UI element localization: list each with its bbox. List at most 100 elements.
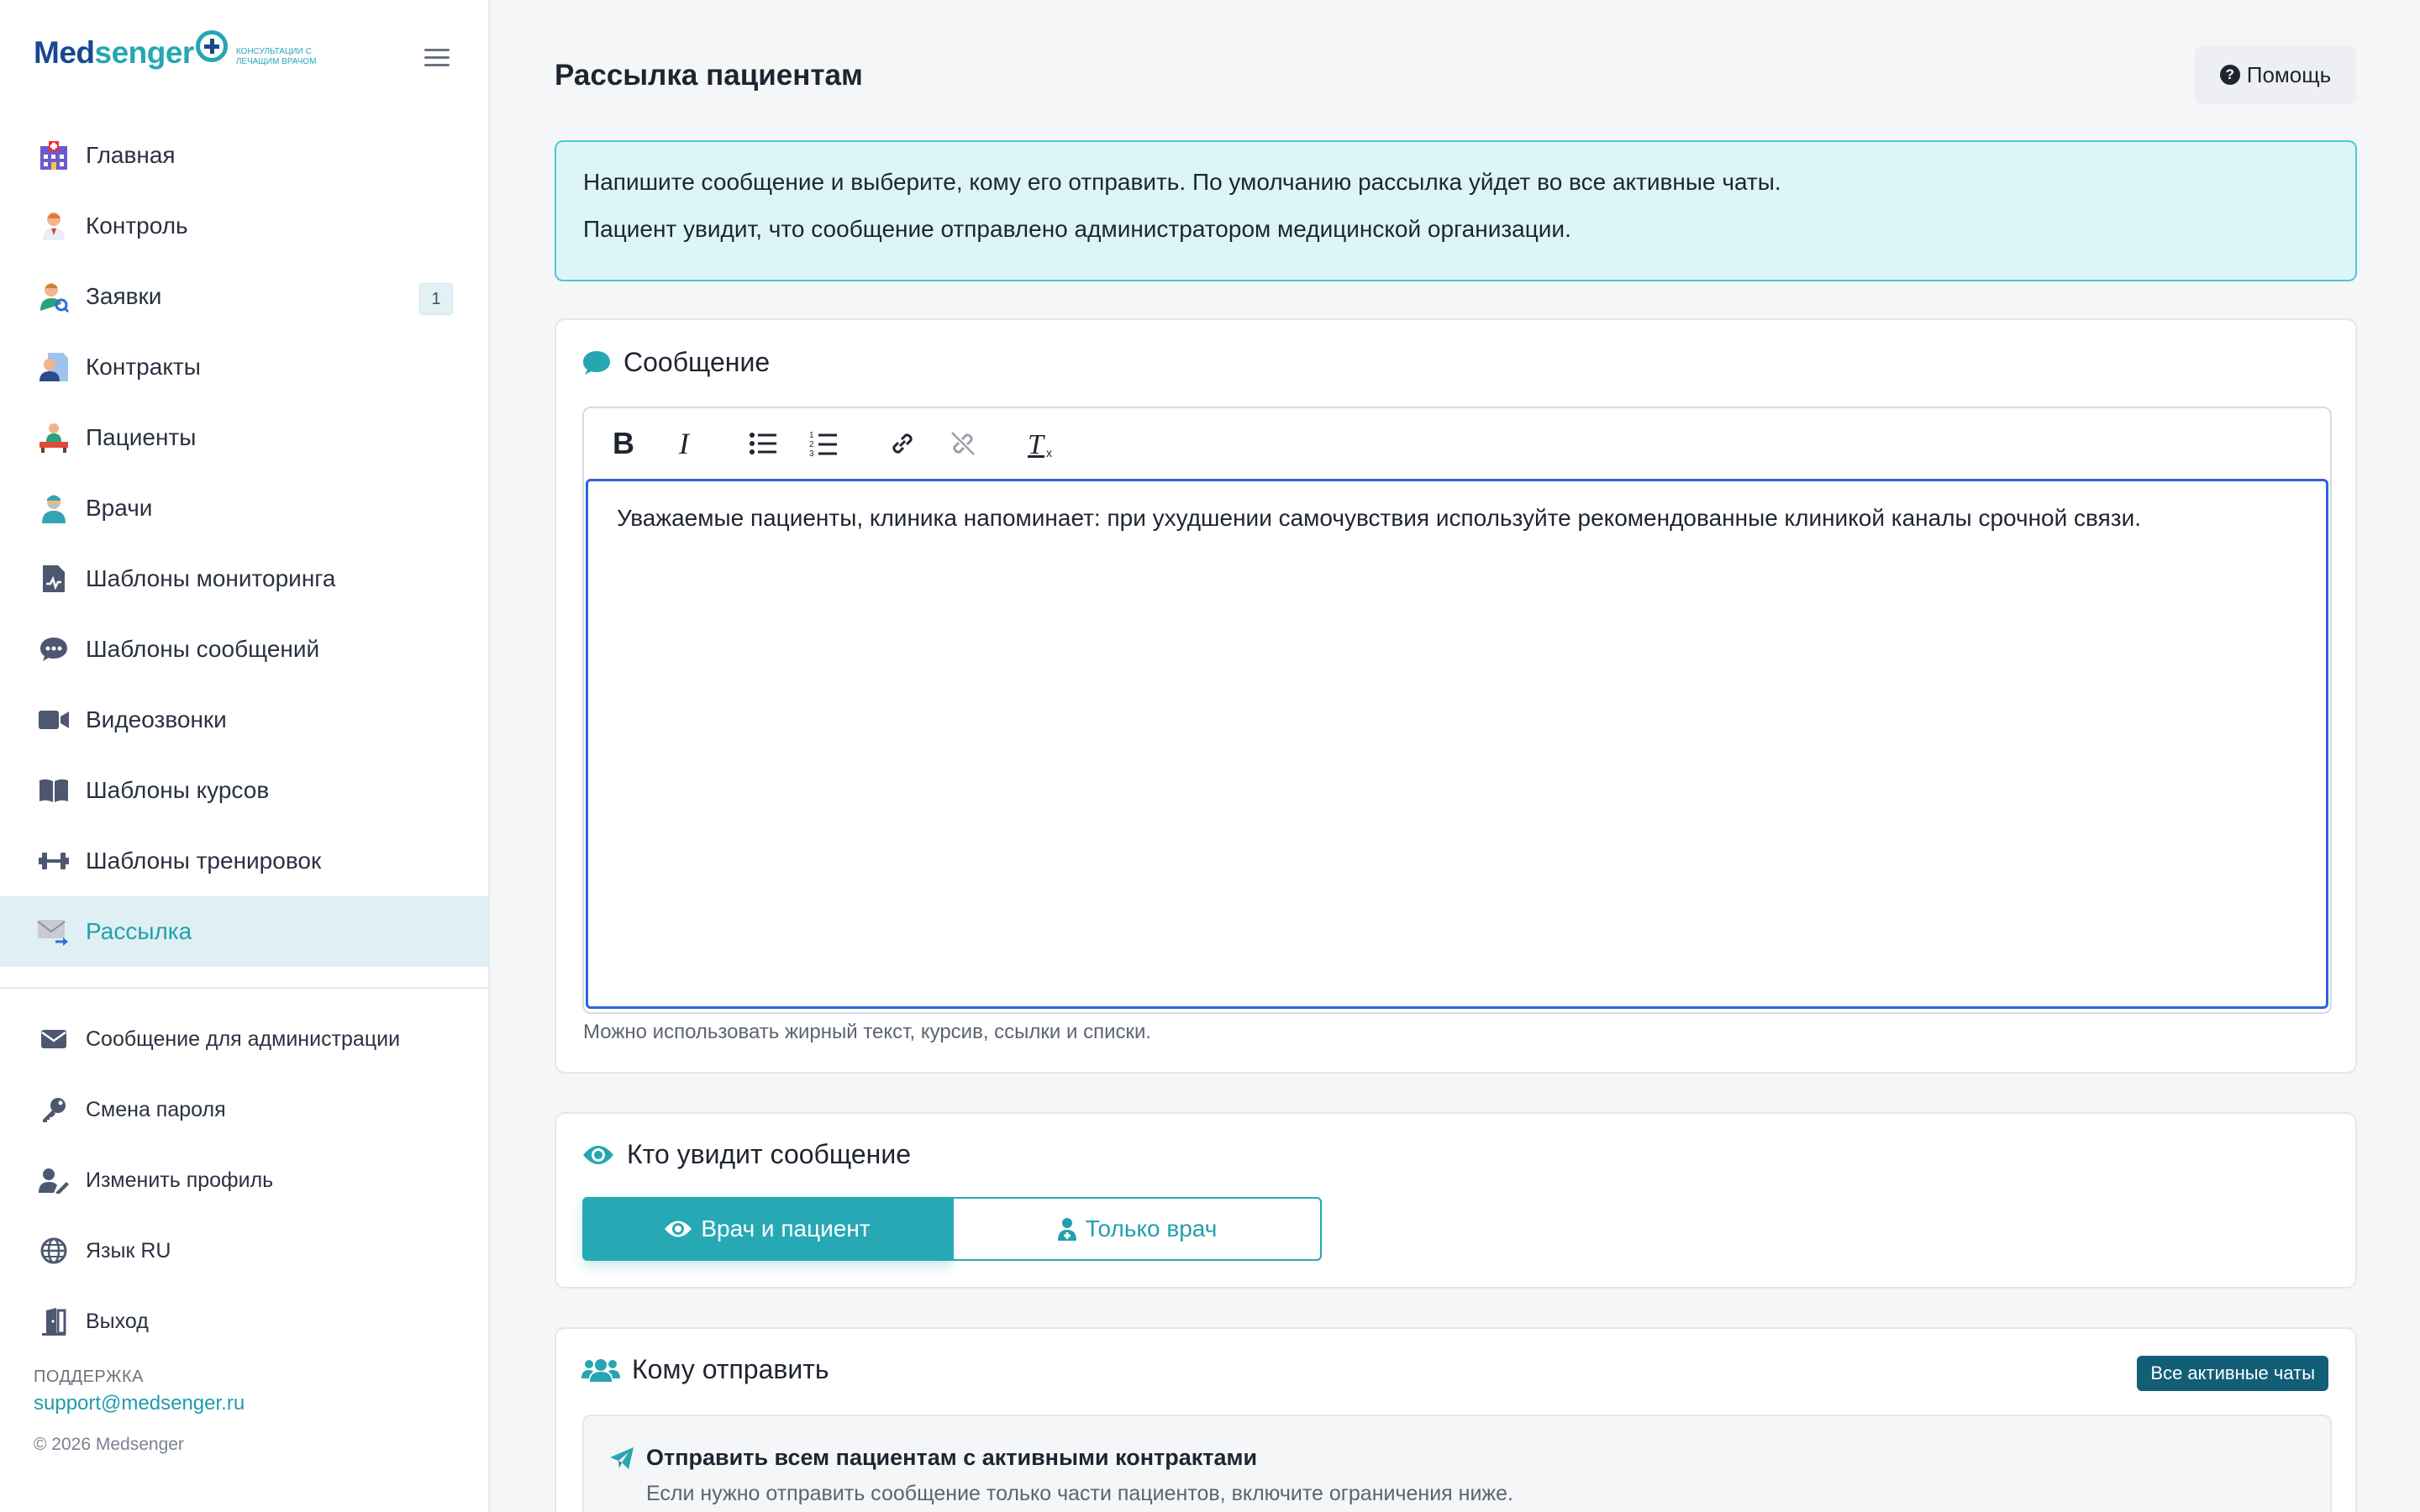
- recipients-option-box[interactable]: Отправить всем пациентам с активными кон…: [582, 1415, 2332, 1512]
- comment-dots-icon: [37, 633, 71, 666]
- editor-toolbar: B I 123 Tx: [584, 408, 2330, 478]
- rich-text-editor: B I 123 Tx Уважаемые пациенты, клиника н…: [582, 407, 2332, 1014]
- question-circle-icon: ?: [2219, 65, 2240, 85]
- eye-icon: [581, 1143, 615, 1167]
- sidebar-item-patients[interactable]: Пациенты: [0, 402, 488, 473]
- option-doctor-and-patient[interactable]: Врач и пациент: [582, 1197, 952, 1261]
- link-icon[interactable]: [883, 424, 922, 463]
- key-icon: [37, 1093, 71, 1126]
- logo-part-med: Med: [34, 35, 95, 70]
- requests-count-badge: 1: [419, 283, 453, 315]
- unlink-icon[interactable]: [944, 424, 982, 463]
- visibility-card-title: Кто увидит сообщение: [581, 1139, 911, 1170]
- option-doctor-only-label: Только врач: [1085, 1215, 1218, 1242]
- sidebar-item-label: Язык RU: [86, 1238, 171, 1263]
- book-icon: [37, 774, 71, 807]
- editor-hint: Можно использовать жирный текст, курсив,…: [583, 1021, 1152, 1043]
- patient-icon: [37, 421, 71, 454]
- file-chart-icon: [37, 562, 71, 596]
- support-label: ПОДДЕРЖКА: [34, 1368, 144, 1386]
- recipients-option-title: Отправить всем пациентам с активными кон…: [609, 1445, 1257, 1471]
- doctor-icon: [37, 209, 71, 243]
- sidebar-item-language[interactable]: Язык RU: [0, 1215, 488, 1286]
- user-doctor-icon: [1057, 1217, 1077, 1241]
- sidebar-item-label: Пациенты: [86, 424, 197, 450]
- sidebar-bottom-nav: Сообщение для администрации Смена пароля…: [0, 1004, 488, 1357]
- sidebar-item-label: Выход: [86, 1309, 149, 1333]
- support-email-link[interactable]: support@medsenger.ru: [34, 1392, 245, 1415]
- sidebar-item-label: Видеозвонки: [86, 706, 227, 732]
- sidebar-item-admin-message[interactable]: Сообщение для администрации: [0, 1004, 488, 1074]
- recipients-card: Кому отправить Все активные чаты Отправи…: [555, 1327, 2357, 1512]
- recipients-option-subtitle: Если нужно отправить сообщение только ча…: [646, 1482, 1513, 1505]
- sidebar-item-doctors[interactable]: Врачи: [0, 473, 488, 543]
- sidebar-item-contracts[interactable]: Контракты: [0, 332, 488, 402]
- logo-plus-icon: [195, 30, 228, 62]
- sidebar-item-home[interactable]: Главная: [0, 120, 488, 191]
- user-search-icon: [37, 280, 71, 313]
- user-edit-icon: [37, 1163, 71, 1197]
- sidebar-item-workout-templates[interactable]: Шаблоны тренировок: [0, 826, 488, 896]
- sidebar-item-change-password[interactable]: Смена пароля: [0, 1074, 488, 1145]
- svg-text:3: 3: [809, 449, 814, 457]
- message-card-title-text: Сообщение: [623, 347, 771, 377]
- logo-wordmark: Medsenger: [34, 35, 194, 71]
- italic-icon[interactable]: I: [665, 424, 703, 463]
- sidebar-item-logout[interactable]: Выход: [0, 1286, 488, 1357]
- sidebar-item-video-calls[interactable]: Видеозвонки: [0, 685, 488, 755]
- sidebar-item-label: Контроль: [86, 213, 188, 239]
- sidebar-nav: Главная Контроль Заявки 1 Контракты Паци…: [0, 120, 488, 967]
- info-line-2: Пациент увидит, что сообщение отправлено…: [583, 216, 1571, 242]
- sidebar-item-message-templates[interactable]: Шаблоны сообщений: [0, 614, 488, 685]
- svg-text:1: 1: [809, 431, 814, 440]
- recipients-scope-badge: Все активные чаты: [2137, 1356, 2328, 1391]
- sidebar-item-label: Шаблоны курсов: [86, 777, 270, 803]
- sidebar-item-label: Сообщение для администрации: [86, 1026, 401, 1051]
- globe-icon: [37, 1234, 71, 1268]
- bold-icon[interactable]: B: [604, 424, 643, 463]
- visibility-card: Кто увидит сообщение Врач и пациент Толь…: [555, 1112, 2357, 1289]
- doctor-nurse-icon: [37, 491, 71, 525]
- comment-icon: [581, 349, 612, 376]
- option-doctor-and-patient-label: Врач и пациент: [701, 1215, 871, 1242]
- sidebar-item-edit-profile[interactable]: Изменить профиль: [0, 1145, 488, 1215]
- info-line-1: Напишите сообщение и выберите, кому его …: [583, 169, 1781, 195]
- eye-icon: [664, 1219, 692, 1239]
- sidebar-item-label: Шаблоны сообщений: [86, 636, 320, 662]
- sidebar-item-label: Контракты: [86, 354, 201, 380]
- sidebar-item-course-templates[interactable]: Шаблоны курсов: [0, 755, 488, 826]
- message-card-title: Сообщение: [581, 347, 770, 378]
- recipients-card-title-text: Кому отправить: [632, 1354, 829, 1384]
- logo[interactable]: Medsenger КОНСУЛЬТАЦИИ С ЛЕЧАЩИМ ВРАЧОМ: [34, 30, 345, 71]
- sidebar-item-label: Заявки: [86, 283, 162, 309]
- mail-send-icon: [37, 915, 71, 948]
- sidebar-item-label: Рассылка: [86, 918, 192, 944]
- logo-part-senger: senger: [94, 35, 195, 70]
- video-icon: [37, 703, 71, 737]
- clear-format-icon[interactable]: Tx: [1023, 424, 1061, 463]
- sidebar-item-monitoring-templates[interactable]: Шаблоны мониторинга: [0, 543, 488, 614]
- info-alert: Напишите сообщение и выберите, кому его …: [555, 140, 2357, 281]
- sidebar-item-label: Шаблоны тренировок: [86, 848, 322, 874]
- option-doctor-only[interactable]: Только врач: [952, 1197, 1322, 1261]
- sidebar-item-label: Изменить профиль: [86, 1168, 274, 1192]
- menu-toggle-icon[interactable]: [424, 49, 450, 69]
- sidebar-item-requests[interactable]: Заявки 1: [0, 261, 488, 332]
- numbered-list-icon[interactable]: 123: [804, 424, 843, 463]
- users-icon: [581, 1357, 620, 1383]
- logo-tagline: КОНСУЛЬТАЦИИ С ЛЕЧАЩИМ ВРАЧОМ: [235, 47, 317, 66]
- support-block: ПОДДЕРЖКА support@medsenger.ru: [34, 1368, 245, 1415]
- page-title: Рассылка пациентам: [555, 59, 863, 92]
- sidebar: Medsenger КОНСУЛЬТАЦИИ С ЛЕЧАЩИМ ВРАЧОМ …: [0, 0, 490, 1512]
- copyright: © 2026 Medsenger: [34, 1435, 184, 1454]
- message-card: Сообщение B I 123 Tx Уважаемые пациенты,…: [555, 318, 2357, 1074]
- message-body-editor[interactable]: Уважаемые пациенты, клиника напоминает: …: [586, 479, 2328, 1009]
- bullet-list-icon[interactable]: [744, 424, 782, 463]
- sidebar-item-mailing[interactable]: Рассылка: [0, 896, 488, 967]
- visibility-card-title-text: Кто увидит сообщение: [627, 1139, 911, 1169]
- hospital-icon: [37, 139, 71, 172]
- dumbbell-icon: [37, 844, 71, 878]
- svg-text:T: T: [1028, 429, 1045, 459]
- sidebar-item-control[interactable]: Контроль: [0, 191, 488, 261]
- help-button[interactable]: ? Помощь: [2195, 45, 2356, 104]
